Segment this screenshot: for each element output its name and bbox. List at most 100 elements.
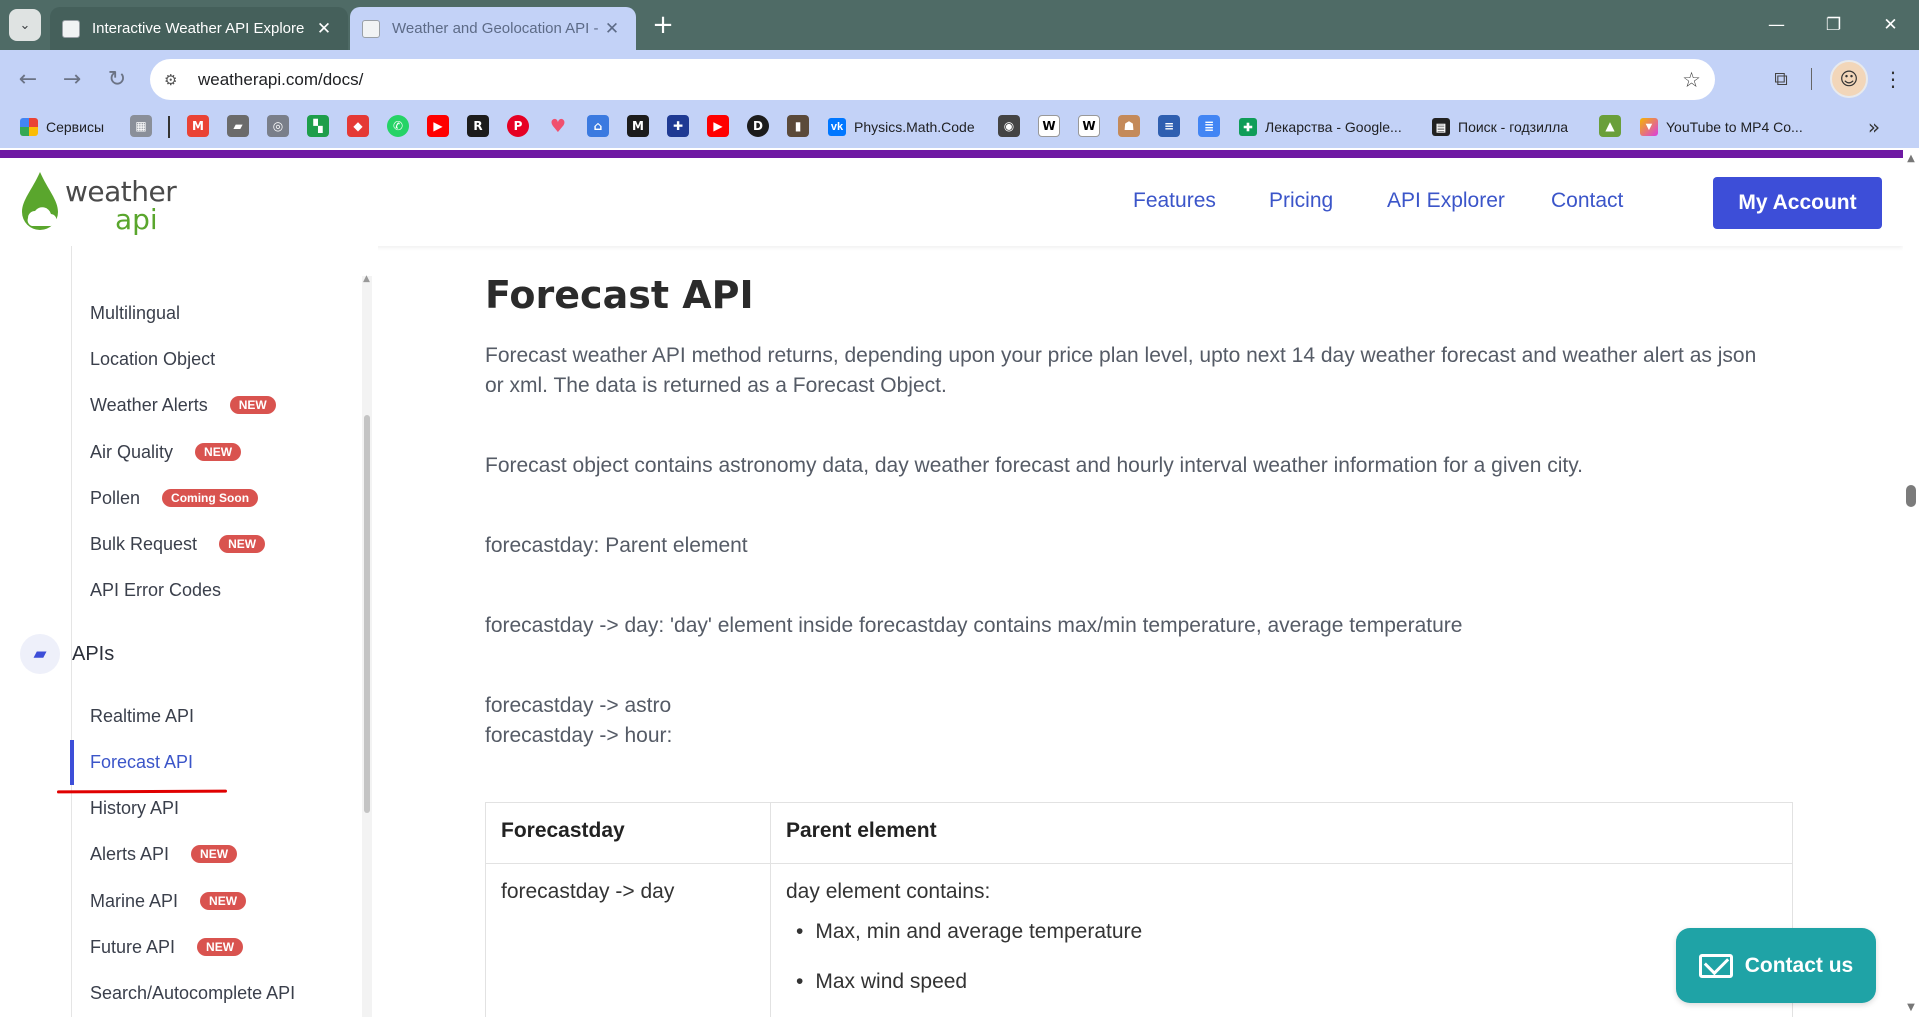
tab-favicon-icon <box>62 19 80 38</box>
tab-close-icon[interactable]: ✕ <box>600 17 624 41</box>
bookmark-services[interactable]: Сервисы <box>20 113 104 141</box>
window-close-icon[interactable]: ✕ <box>1862 0 1919 50</box>
nav-contact[interactable]: Contact <box>1551 189 1623 213</box>
browser-tab-inactive[interactable]: Interactive Weather API Explore ✕ <box>50 7 348 50</box>
sidebar-item-air-quality[interactable]: Air Quality NEW <box>90 437 242 467</box>
page-scroll-up-icon[interactable]: ▲ <box>1905 153 1917 164</box>
sidebar-item-alerts-api[interactable]: Alerts API NEW <box>90 839 238 869</box>
bookmark-label: YouTube to MP4 Co... <box>1666 119 1803 135</box>
site-top-bar <box>0 150 1903 158</box>
minimize-icon[interactable]: — <box>1748 0 1805 50</box>
youtube-icon[interactable]: ▶ <box>427 115 449 137</box>
nav-api-explorer[interactable]: API Explorer <box>1387 189 1505 213</box>
r-app-icon[interactable]: R <box>467 115 489 137</box>
m-app-icon[interactable]: M <box>627 115 649 137</box>
list-item: Max, min and average temperature <box>815 920 1142 944</box>
stack-app-icon[interactable]: ≡ <box>1158 115 1180 137</box>
services-icon <box>20 118 38 136</box>
table-cell-desc: day element contains: <box>786 880 991 903</box>
shield-app-icon[interactable]: ⌂ <box>587 115 609 137</box>
intro-paragraph: Forecast weather API method returns, dep… <box>485 344 1757 397</box>
site-logo[interactable]: weather api <box>65 178 177 234</box>
gamepad-icon[interactable]: ◎ <box>267 115 289 137</box>
bookmark-label: Поиск - годзилла <box>1458 119 1569 135</box>
bookmark-youtube-mp4[interactable]: ▼ YouTube to MP4 Co... <box>1640 113 1803 141</box>
logo-drop-icon[interactable] <box>18 170 62 232</box>
sidebar-item-label: History API <box>90 797 180 818</box>
apps-grid-icon[interactable]: ▦ <box>130 115 152 137</box>
youtube-mp4-icon: ▼ <box>1640 118 1658 136</box>
reload-icon[interactable]: ↻ <box>103 65 131 93</box>
mask-app-icon[interactable]: ◉ <box>998 115 1020 137</box>
site-info-icon[interactable]: ⚙ <box>164 71 188 89</box>
back-icon[interactable]: ← <box>14 65 42 93</box>
sidebar-item-pollen[interactable]: Pollen Coming Soon <box>90 483 259 513</box>
photo-app-icon[interactable]: ▮ <box>787 115 809 137</box>
sidebar-item-location-object[interactable]: Location Object <box>90 344 215 374</box>
bookmark-star-icon[interactable]: ☆ <box>1682 68 1701 92</box>
sidebar-item-future-api[interactable]: Future API NEW <box>90 932 244 962</box>
gmail-icon[interactable]: M <box>187 115 209 137</box>
bookmark-drugs[interactable]: ✚ Лекарства - Google... <box>1239 113 1402 141</box>
d-app-icon[interactable]: D <box>747 115 769 137</box>
sidebar-item-api-error-codes[interactable]: API Error Codes <box>90 575 221 605</box>
table-cell-key: forecastday -> day <box>501 880 675 903</box>
sidebar-item-bulk-request[interactable]: Bulk Request NEW <box>90 529 266 559</box>
page-scrollbar-thumb[interactable] <box>1906 485 1916 507</box>
image-app-icon[interactable]: ▲ <box>1599 115 1621 137</box>
sidebar-section-apis[interactable]: ▰ APIs <box>20 632 114 676</box>
forecast-object-paragraph: Forecast object contains astronomy data,… <box>485 454 1583 477</box>
sidebar-scrollbar-thumb[interactable] <box>364 415 370 813</box>
youtube-icon[interactable]: ▶ <box>707 115 729 137</box>
tab-search-icon[interactable]: ⌄ <box>9 9 41 41</box>
user-app-icon[interactable]: ☗ <box>1118 115 1140 137</box>
bookmark-search[interactable]: ▤ Поиск - годзилла <box>1432 113 1568 141</box>
new-badge: NEW <box>229 396 276 414</box>
extensions-icon[interactable]: ⧉ <box>1766 64 1796 94</box>
google-docs-icon[interactable]: ≣ <box>1198 115 1220 137</box>
sidebar-item-history-api[interactable]: History API <box>90 793 179 823</box>
tab-close-icon[interactable]: ✕ <box>312 17 336 41</box>
wikipedia-icon[interactable]: W <box>1038 115 1060 137</box>
profile-avatar[interactable]: ☺ <box>1830 60 1868 98</box>
green-app-icon[interactable]: ▚ <box>307 115 329 137</box>
sidebar-item-label: Realtime API <box>90 705 195 726</box>
red-app-icon[interactable]: ◆ <box>347 115 369 137</box>
heart-icon[interactable]: ♥ <box>547 115 569 137</box>
sidebar-item-multilingual[interactable]: Multilingual <box>90 298 180 328</box>
browser-tab-active[interactable]: Weather and Geolocation API - ✕ <box>350 7 636 50</box>
sidebar-item-label: Future API <box>90 936 176 957</box>
my-account-button[interactable]: My Account <box>1713 177 1882 229</box>
new-tab-icon[interactable]: + <box>648 8 678 42</box>
page-scrollbar[interactable] <box>1903 150 1919 1017</box>
address-url[interactable]: weatherapi.com/docs/ <box>198 70 363 90</box>
sidebar-item-weather-alerts[interactable]: Weather Alerts NEW <box>90 390 276 420</box>
nav-pricing[interactable]: Pricing <box>1269 189 1333 213</box>
new-badge: NEW <box>219 535 266 553</box>
google-sheets-icon: ✚ <box>1239 118 1257 136</box>
sidebar-active-indicator <box>70 740 74 785</box>
address-bar[interactable]: ⚙ weatherapi.com/docs/ ☆ <box>150 59 1715 100</box>
whatsapp-icon[interactable]: ✆ <box>387 115 409 137</box>
page-scroll-down-icon[interactable]: ▼ <box>1905 1002 1917 1013</box>
sidebar-item-realtime-api[interactable]: Realtime API <box>90 701 194 731</box>
browser-menu-icon[interactable]: ⋮ <box>1880 64 1906 94</box>
contact-us-button[interactable]: Contact us <box>1676 928 1876 1003</box>
restore-icon[interactable]: ❐ <box>1805 0 1862 50</box>
wikipedia-icon[interactable]: W <box>1078 115 1100 137</box>
bookmarks-overflow-icon[interactable]: » <box>1862 113 1886 141</box>
forecastday-astro-line: forecastday -> astro <box>485 694 672 717</box>
book-icon[interactable]: ▰ <box>227 115 249 137</box>
sidebar-scroll-up-icon[interactable]: ▲ <box>363 274 371 284</box>
pinterest-icon[interactable]: P <box>507 115 529 137</box>
nav-features[interactable]: Features <box>1133 189 1216 213</box>
uk-flag-icon[interactable]: ✚ <box>667 115 689 137</box>
sidebar-item-search-autocomplete-api[interactable]: Search/Autocomplete API <box>90 978 295 1008</box>
bookmark-label: Лекарства - Google... <box>1265 119 1402 135</box>
sidebar-item-label: Weather Alerts <box>90 394 208 415</box>
briefcase-icon: ▰ <box>20 634 60 674</box>
sidebar-item-marine-api[interactable]: Marine API NEW <box>90 886 247 916</box>
bookmark-physics[interactable]: vk Physics.Math.Code <box>828 113 975 141</box>
forward-icon[interactable]: → <box>58 65 86 93</box>
sidebar-item-forecast-api[interactable]: Forecast API <box>90 747 193 777</box>
